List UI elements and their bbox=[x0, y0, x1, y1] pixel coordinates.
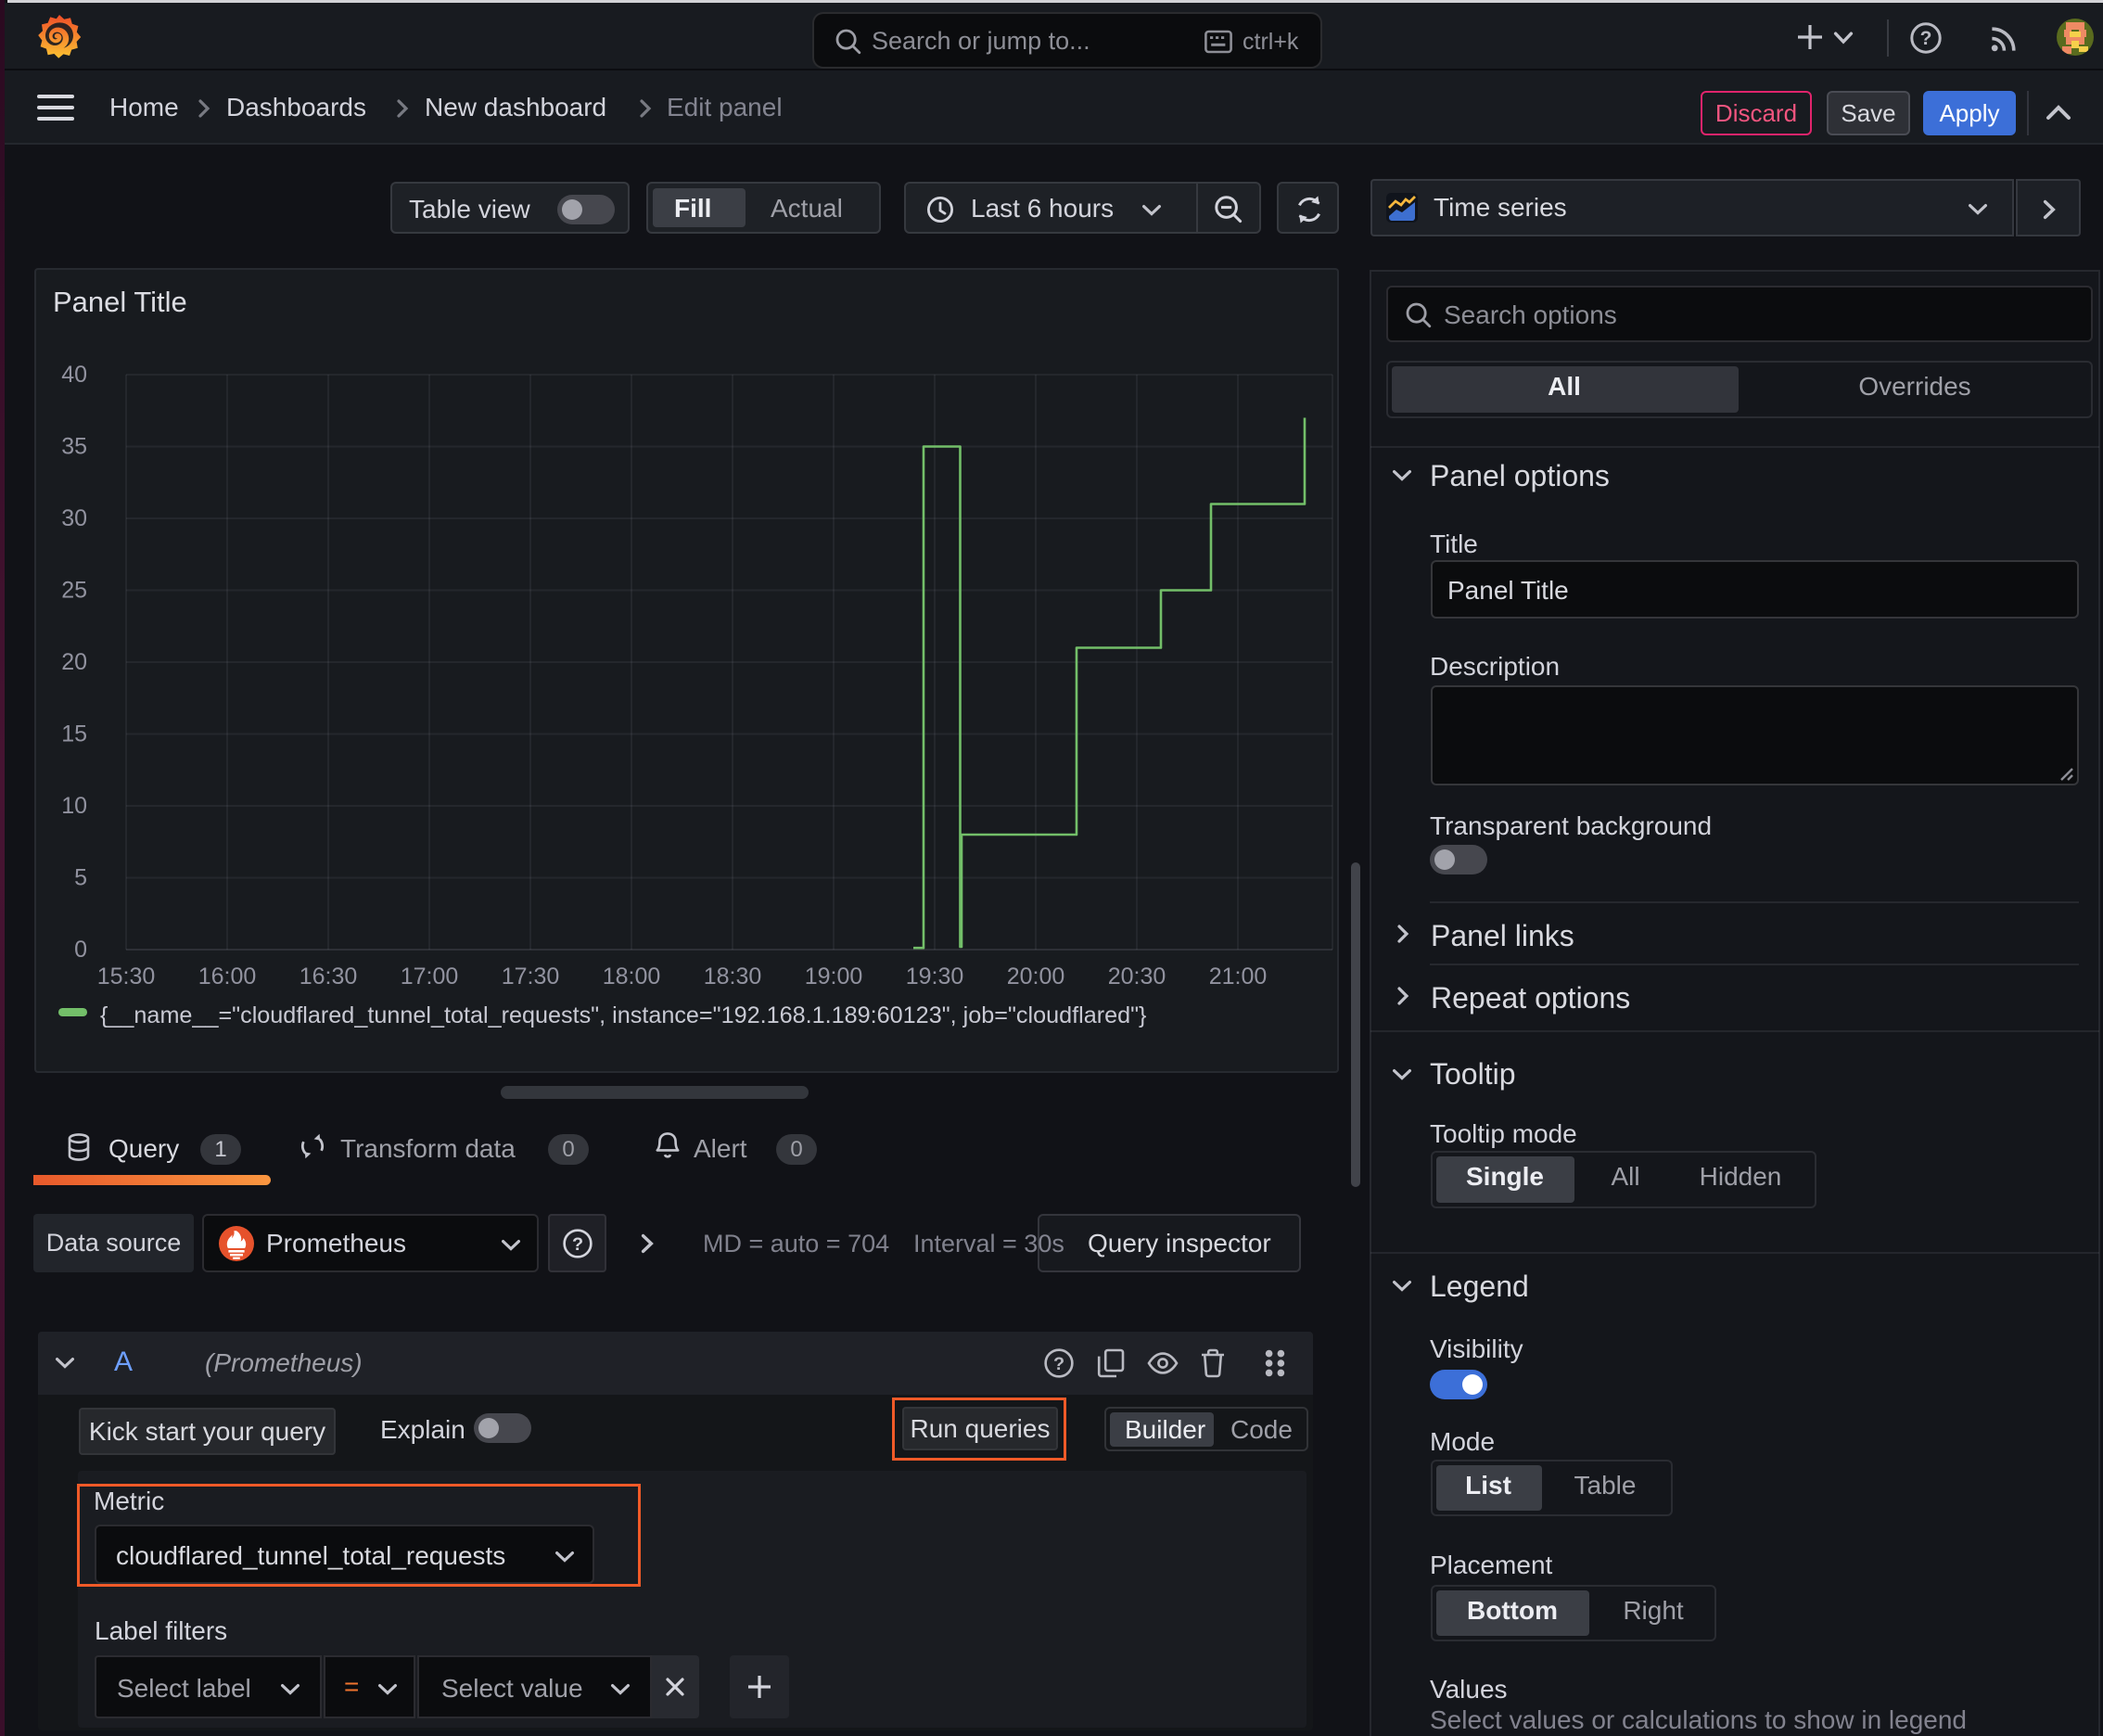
svg-text:15:30: 15:30 bbox=[97, 964, 156, 989]
svg-text:25: 25 bbox=[61, 578, 87, 604]
svg-text:15: 15 bbox=[61, 721, 87, 747]
svg-text:17:00: 17:00 bbox=[401, 964, 459, 989]
svg-text:{__name__="cloudflared_tunnel_: {__name__="cloudflared_tunnel_total_requ… bbox=[100, 1002, 1146, 1028]
svg-text:35: 35 bbox=[61, 434, 87, 460]
svg-text:21:00: 21:00 bbox=[1209, 964, 1268, 989]
svg-text:18:30: 18:30 bbox=[704, 964, 762, 989]
svg-text:20:30: 20:30 bbox=[1108, 964, 1166, 989]
svg-text:16:30: 16:30 bbox=[300, 964, 358, 989]
svg-text:40: 40 bbox=[61, 362, 87, 388]
svg-text:30: 30 bbox=[61, 505, 87, 531]
svg-text:19:30: 19:30 bbox=[906, 964, 964, 989]
svg-text:17:30: 17:30 bbox=[502, 964, 560, 989]
svg-text:16:00: 16:00 bbox=[198, 964, 257, 989]
svg-text:20:00: 20:00 bbox=[1007, 964, 1065, 989]
svg-text:19:00: 19:00 bbox=[805, 964, 863, 989]
svg-text:5: 5 bbox=[74, 865, 87, 891]
svg-text:?: ? bbox=[1053, 1354, 1064, 1374]
svg-text:?: ? bbox=[572, 1234, 583, 1255]
svg-text:0: 0 bbox=[74, 937, 87, 963]
svg-text:18:00: 18:00 bbox=[603, 964, 661, 989]
svg-text:?: ? bbox=[1920, 28, 1932, 49]
svg-text:20: 20 bbox=[61, 649, 87, 675]
svg-text:10: 10 bbox=[61, 793, 87, 819]
